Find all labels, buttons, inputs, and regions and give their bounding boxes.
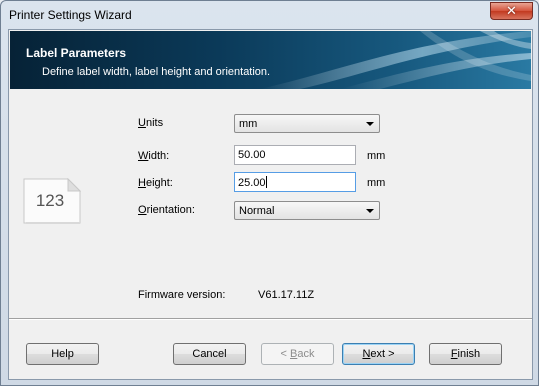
finish-button[interactable]: Finish — [429, 343, 502, 365]
orientation-label: Orientation: — [138, 204, 195, 216]
orientation-accesskey: O — [138, 204, 147, 216]
firmware-value: V61.17.11Z — [258, 289, 315, 301]
finish-button-label: inish — [457, 348, 481, 360]
next-button[interactable]: Next > — [342, 343, 415, 365]
title-bar[interactable]: Printer Settings Wizard ✕ — [1, 1, 538, 29]
file-icon-text: 123 — [35, 191, 65, 210]
height-input-text: 25.00 — [238, 177, 266, 189]
height-label-text: eight: — [145, 177, 173, 189]
text-caret — [265, 176, 267, 188]
finish-accesskey: F — [450, 348, 458, 360]
height-input[interactable]: 25.00 — [234, 172, 356, 192]
next-button-label: ext > — [370, 348, 395, 360]
orientation-select-value: Normal — [239, 205, 275, 217]
height-unit: mm — [367, 177, 386, 189]
width-unit: mm — [367, 150, 386, 162]
window-title: Printer Settings Wizard — [9, 8, 132, 22]
height-label: Height: — [138, 177, 173, 189]
banner-title: Label Parameters — [26, 46, 127, 60]
height-accesskey: H — [138, 177, 146, 189]
chevron-down-icon — [366, 209, 374, 213]
units-accesskey: U — [138, 117, 146, 129]
units-select[interactable]: mm — [234, 114, 380, 133]
wizard-window: Printer Settings Wizard ✕ Label Paramete… — [0, 0, 539, 386]
back-button-label: ack — [297, 348, 315, 360]
orientation-select[interactable]: Normal — [234, 201, 380, 220]
banner-subtitle: Define label width, label height and ori… — [42, 66, 271, 78]
firmware-label: Firmware version: — [138, 289, 226, 301]
width-input[interactable]: 50.00 — [234, 145, 356, 165]
back-button[interactable]: < Back — [261, 343, 334, 365]
close-button[interactable]: ✕ — [490, 2, 533, 20]
width-label: Width: — [138, 150, 169, 162]
wizard-client-area: Label Parameters Define label width, lab… — [8, 29, 533, 380]
units-select-value: mm — [239, 118, 258, 130]
orientation-label-text: rientation: — [146, 204, 195, 216]
header-banner: Label Parameters Define label width, lab… — [10, 31, 531, 89]
back-button-arrow: < — [280, 348, 290, 360]
units-label: Units — [138, 117, 163, 129]
cancel-button[interactable]: Cancel — [173, 343, 246, 365]
close-icon: ✕ — [506, 3, 517, 18]
label-file-icon: 123 — [23, 177, 82, 224]
units-label-text: nits — [145, 117, 164, 129]
width-input-value: 50.00 — [238, 149, 266, 161]
footer-separator — [9, 318, 532, 320]
width-label-text: idth: — [148, 150, 170, 162]
chevron-down-icon — [366, 122, 374, 126]
banner-swoosh-graphic — [260, 31, 531, 89]
height-input-value: 25.00 — [238, 176, 267, 189]
width-accesskey: W — [138, 150, 149, 162]
help-button[interactable]: Help — [26, 343, 99, 365]
